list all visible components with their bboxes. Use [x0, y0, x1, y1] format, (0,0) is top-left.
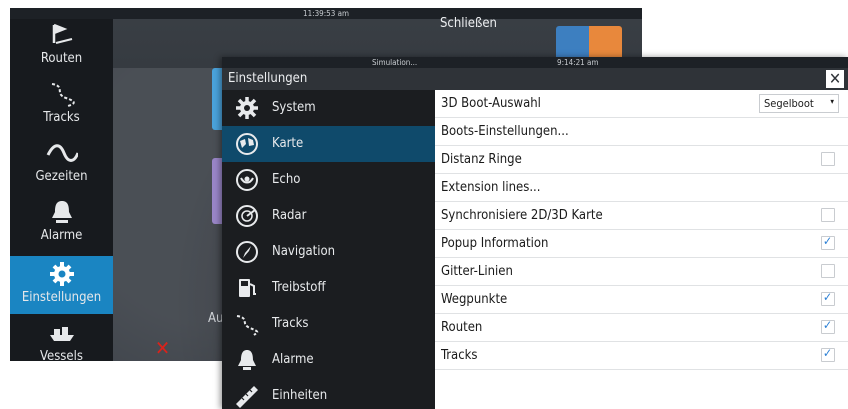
menu-item-treibstoff[interactable]: Treibstoff: [222, 270, 435, 306]
setting-label: Boots-Einstellungen...: [441, 124, 569, 139]
distance-rings-checkbox[interactable]: [821, 152, 835, 166]
sidebar-item-einstellungen[interactable]: Einstellungen: [10, 256, 113, 314]
setting-label: Distanz Ringe: [441, 152, 522, 167]
grid-lines-checkbox[interactable]: [821, 264, 835, 278]
menu-item-radar[interactable]: Radar: [222, 198, 435, 234]
sidebar-label: Gezeiten: [35, 169, 88, 184]
setting-label: Popup Information: [441, 236, 549, 251]
background-sidebar: Routen Tracks Gezeiten Alarme Einstellun…: [10, 19, 113, 361]
sidebar-label: Alarme: [40, 228, 83, 243]
setting-row-routen: Routen: [435, 314, 848, 342]
sidebar-label: Tracks: [43, 110, 80, 125]
simulation-status: Simulation...: [372, 58, 418, 67]
popup-information-checkbox[interactable]: [821, 234, 835, 250]
menu-label: Einheiten: [272, 388, 328, 403]
radar-icon: [236, 205, 258, 227]
red-x-marker-icon: ✕: [155, 336, 171, 360]
vessels-icon: [50, 327, 74, 341]
menu-label: Treibstoff: [272, 280, 326, 295]
dialog-title: Einstellungen: [228, 71, 308, 86]
gear-icon: [50, 262, 74, 286]
close-icon[interactable]: ✕: [826, 70, 844, 88]
menu-label: System: [272, 100, 316, 115]
menu-label: Alarme: [272, 352, 314, 367]
sidebar-item-routen[interactable]: Routen: [10, 17, 113, 75]
sidebar-label: Einstellungen: [21, 290, 102, 305]
sync-2d-3d-checkbox[interactable]: [821, 208, 835, 222]
tracks-checkbox[interactable]: [821, 346, 835, 362]
menu-item-alarme[interactable]: Alarme: [222, 342, 435, 378]
sidebar-item-vessels[interactable]: Vessels: [10, 315, 113, 361]
menu-label: Radar: [272, 208, 307, 223]
setting-row-tracks: Tracks: [435, 342, 848, 370]
setting-row-gitter-linien: Gitter-Linien: [435, 258, 848, 286]
menu-item-system[interactable]: System: [222, 90, 435, 126]
settings-list: 3D Boot-Auswahl Segelboot ▾ Boots-Einste…: [435, 90, 848, 409]
fuel-icon: [239, 279, 256, 297]
setting-row-boots-einstellungen[interactable]: Boots-Einstellungen...: [435, 118, 848, 146]
setting-row-popup-information: Popup Information: [435, 230, 848, 258]
setting-label: Gitter-Linien: [441, 264, 513, 279]
menu-item-tracks[interactable]: Tracks: [222, 306, 435, 342]
chevron-down-icon: ▾: [830, 97, 834, 106]
sidebar-item-gezeiten[interactable]: Gezeiten: [10, 135, 113, 193]
sidebar-item-tracks[interactable]: Tracks: [10, 76, 113, 134]
settings-menu: System Karte Echo Radar Navigation Treib…: [222, 90, 435, 409]
setting-label: Synchronisiere 2D/3D Karte: [441, 208, 603, 223]
ruler-icon: [236, 386, 258, 408]
routes-checkbox[interactable]: [821, 318, 835, 334]
waypoints-checkbox[interactable]: [821, 290, 835, 306]
boat-type-dropdown[interactable]: Segelboot ▾: [759, 94, 839, 113]
setting-label: 3D Boot-Auswahl: [441, 96, 541, 111]
setting-row-sync-2d-3d: Synchronisiere 2D/3D Karte: [435, 202, 848, 230]
menu-label: Echo: [272, 172, 301, 187]
setting-label: Routen: [441, 320, 483, 335]
setting-row-3d-boot: 3D Boot-Auswahl Segelboot ▾: [435, 90, 848, 118]
chart-icon: [236, 133, 258, 155]
dropdown-value: Segelboot: [764, 97, 814, 110]
menu-label: Karte: [272, 136, 304, 151]
setting-row-distanz-ringe: Distanz Ringe: [435, 146, 848, 174]
tides-icon: [46, 144, 78, 162]
setting-row-extension-lines[interactable]: Extension lines...: [435, 174, 848, 202]
compass-icon: [236, 241, 258, 263]
sidebar-label: Vessels: [40, 349, 83, 361]
echo-icon: [236, 169, 258, 191]
tracks-icon: [236, 315, 259, 336]
tracks-icon: [51, 83, 75, 107]
setting-label: Tracks: [441, 348, 478, 363]
sidebar-item-alarme[interactable]: Alarme: [10, 194, 113, 252]
settings-dialog: Simulation... 9:14:21 am Einstellungen ✕…: [222, 57, 848, 409]
menu-item-navigation[interactable]: Navigation: [222, 234, 435, 270]
setting-label: Extension lines...: [441, 180, 541, 195]
menu-item-echo[interactable]: Echo: [222, 162, 435, 198]
status-bar: Simulation... 9:14:21 am: [222, 57, 848, 68]
menu-item-einheiten[interactable]: Einheiten: [222, 378, 435, 409]
sidebar-label: Routen: [40, 51, 83, 66]
setting-label: Wegpunkte: [441, 292, 508, 307]
routes-icon: [52, 23, 73, 44]
status-clock: 9:14:21 am: [557, 58, 599, 67]
close-button-background[interactable]: Schließen: [440, 16, 497, 31]
menu-item-karte[interactable]: Karte: [222, 126, 435, 162]
menu-label: Navigation: [272, 244, 336, 259]
dialog-title-bar: Einstellungen ✕: [222, 68, 848, 90]
bell-icon: [238, 350, 256, 370]
setting-row-wegpunkte: Wegpunkte: [435, 286, 848, 314]
gear-icon: [236, 97, 258, 119]
bell-icon: [52, 201, 72, 223]
menu-label: Tracks: [272, 316, 309, 331]
